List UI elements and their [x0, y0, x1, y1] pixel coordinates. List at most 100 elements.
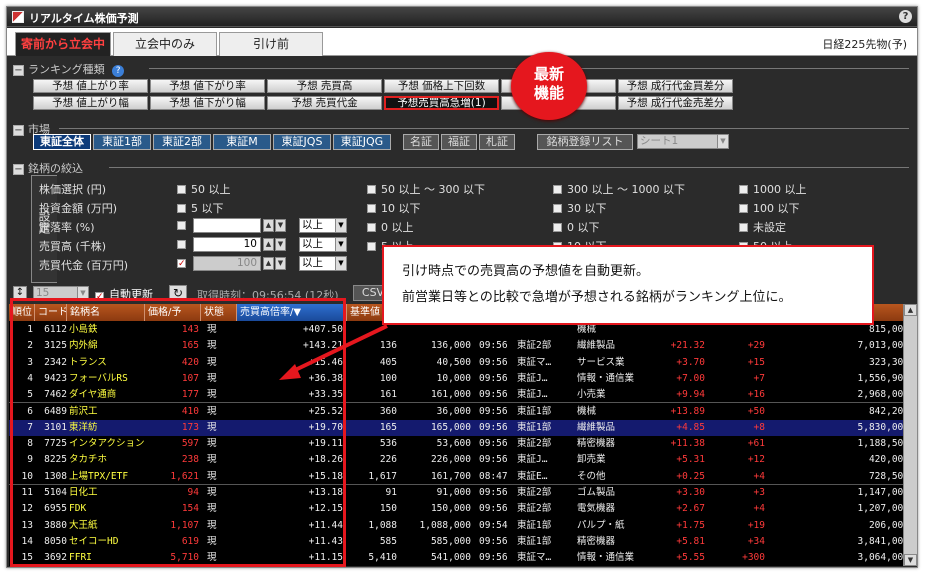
checkbox-icon[interactable] — [177, 240, 186, 249]
cell-vol: 161,000 — [430, 389, 471, 401]
filter-option[interactable]: 10 以下 — [367, 200, 421, 216]
ranking-button[interactable]: 予想売買高急増(1) — [384, 96, 499, 110]
checkbox-icon[interactable] — [177, 259, 186, 268]
collapse-icon[interactable]: − — [13, 64, 24, 76]
cell-amt: 206,000 — [868, 519, 909, 531]
checkbox-icon[interactable] — [553, 204, 562, 213]
checkbox-icon[interactable] — [177, 204, 186, 213]
market-button[interactable]: 東証全体 — [33, 134, 91, 150]
ranking-button[interactable]: 予想 値上がり幅 — [33, 96, 148, 110]
ranking-button[interactable]: 予想 成行代金買差分 — [618, 79, 733, 93]
sheet-select[interactable]: シート1 ▼ — [637, 134, 729, 149]
filter-option[interactable]: 5 以下 — [177, 200, 224, 216]
spin-up-icon[interactable]: ▲ — [263, 238, 274, 251]
filter-option-label: 50 以上 — [191, 183, 231, 196]
cell-pct: +11.38 — [670, 438, 705, 450]
ranking-button[interactable]: 予想 成行代金売差分 — [618, 96, 733, 110]
checkbox-icon[interactable] — [553, 223, 562, 232]
spin-down-icon[interactable]: ▼ — [275, 257, 286, 270]
checkbox-icon[interactable] — [177, 185, 186, 194]
collapse-icon[interactable]: − — [13, 124, 24, 136]
tab-before-close[interactable]: 引け前 — [219, 32, 323, 56]
market-button[interactable]: 東証2部 — [153, 134, 211, 150]
cell-ind: 電気機器 — [577, 503, 616, 515]
checkbox-icon[interactable] — [553, 185, 562, 194]
checkbox-icon[interactable] — [739, 185, 748, 194]
market-button[interactable]: 銘柄登録リスト — [537, 134, 633, 150]
market-button[interactable]: 札証 — [479, 134, 515, 150]
checkbox-icon[interactable] — [367, 204, 376, 213]
cell-mkt: 東証マ… — [517, 356, 552, 368]
ranking-button[interactable]: 予想 値下がり幅 — [150, 96, 265, 110]
ranking-button[interactable]: 予想 値上がり率 — [33, 79, 148, 93]
checkbox-icon[interactable] — [367, 185, 376, 194]
filter-option[interactable]: 100 以下 — [739, 200, 800, 216]
filter-option[interactable]: 0 以上 — [367, 219, 414, 235]
cell-chg: +15 — [747, 356, 765, 368]
ranking-button[interactable]: 予想 価格上下回数 — [384, 79, 499, 93]
market-button[interactable]: 福証 — [441, 134, 477, 150]
filter-section-header[interactable]: − 銘柄の絞込 — [13, 160, 909, 175]
filter-option[interactable]: 30 以下 — [553, 200, 607, 216]
cell-pct: +2.67 — [676, 503, 705, 515]
checkbox-icon[interactable] — [177, 221, 186, 230]
filter-option[interactable]: 未設定 — [739, 219, 786, 235]
title-bar: リアルタイム株価予測 ? — [7, 7, 917, 27]
market-section-header[interactable]: − 市場 — [13, 121, 909, 136]
tab-pre-open[interactable]: 寄前から立会中 — [15, 32, 111, 56]
help-icon[interactable]: ? — [899, 10, 912, 23]
filter-option[interactable]: 300 以上 ～ 1000 以下 — [553, 181, 685, 197]
checkbox-icon[interactable] — [367, 242, 376, 251]
cell-mkt: 東証2部 — [517, 438, 552, 450]
ranking-button[interactable]: 予想 値下がり率 — [150, 79, 265, 93]
collapse-icon[interactable]: − — [13, 163, 24, 175]
checkbox-icon[interactable] — [739, 204, 748, 213]
filter-value-input[interactable]: 100 — [193, 256, 261, 271]
cell-base: 360 — [379, 405, 397, 417]
filter-option[interactable]: 0 以下 — [553, 219, 600, 235]
market-button[interactable]: 東証JQS — [273, 134, 331, 150]
spin-up-icon[interactable]: ▲ — [263, 219, 274, 232]
filter-option[interactable]: 1000 以上 — [739, 181, 807, 197]
spin-up-icon[interactable]: ▲ — [263, 257, 274, 270]
filter-option-label: 0 以下 — [567, 221, 600, 234]
spin-down-icon[interactable]: ▼ — [275, 219, 286, 232]
spin-down-icon[interactable]: ▼ — [275, 238, 286, 251]
cell-amt: 3,064,000 — [857, 552, 909, 564]
cell-time: 09:56 — [479, 421, 508, 433]
filter-unit-select[interactable]: 以上 ▼ — [299, 237, 347, 252]
cell-pct: +3.30 — [676, 487, 705, 498]
ranking-button[interactable]: 予想 売買高 — [267, 79, 382, 93]
cell-chg: +3 — [753, 487, 765, 498]
ranking-button[interactable]: 予想 売買代金 — [267, 96, 382, 110]
cell-chg: +50 — [747, 405, 765, 417]
filter-value-input[interactable]: 10 — [193, 237, 261, 252]
cell-ind: 卸売業 — [577, 454, 606, 466]
market-button[interactable]: 東証M — [213, 134, 271, 150]
filter-option[interactable]: 50 以上 ～ 300 以下 — [367, 181, 485, 197]
cell-mkt: 東証J… — [517, 389, 548, 401]
checkbox-icon[interactable] — [739, 223, 748, 232]
cell-time: 09:56 — [479, 552, 508, 564]
cell-chg: +61 — [747, 438, 765, 450]
vertical-scrollbar[interactable]: ▲ ▼ — [903, 304, 917, 566]
tab-session-only[interactable]: 立会中のみ — [113, 32, 217, 56]
filter-value-input[interactable] — [193, 218, 261, 233]
cell-vol: 136,000 — [430, 340, 471, 352]
section-divider — [59, 128, 909, 129]
cell-chg: +19 — [747, 519, 765, 531]
filter-unit-select[interactable]: 以上 ▼ — [299, 256, 347, 271]
scroll-up-icon[interactable]: ▲ — [904, 304, 917, 316]
filter-unit-select[interactable]: 以上 ▼ — [299, 218, 347, 233]
market-button[interactable]: 東証JQG — [333, 134, 391, 150]
market-button[interactable]: 東証1部 — [93, 134, 151, 150]
scroll-down-icon[interactable]: ▼ — [904, 554, 917, 566]
tip-callout: 引け時点での売買高の予想値を自動更新。 前営業日等との比較で急増が予想される銘柄… — [382, 245, 874, 325]
market-button[interactable]: 名証 — [403, 134, 439, 150]
ranking-section-header[interactable]: − ランキング種類 ? — [13, 61, 909, 77]
ranking-help-icon[interactable]: ? — [112, 65, 125, 77]
chevron-down-icon: ▼ — [717, 135, 728, 148]
tip-line1: 引け時点での売買高の予想値を自動更新。 — [402, 264, 650, 279]
filter-option[interactable]: 50 以上 — [177, 181, 231, 197]
checkbox-icon[interactable] — [367, 223, 376, 232]
